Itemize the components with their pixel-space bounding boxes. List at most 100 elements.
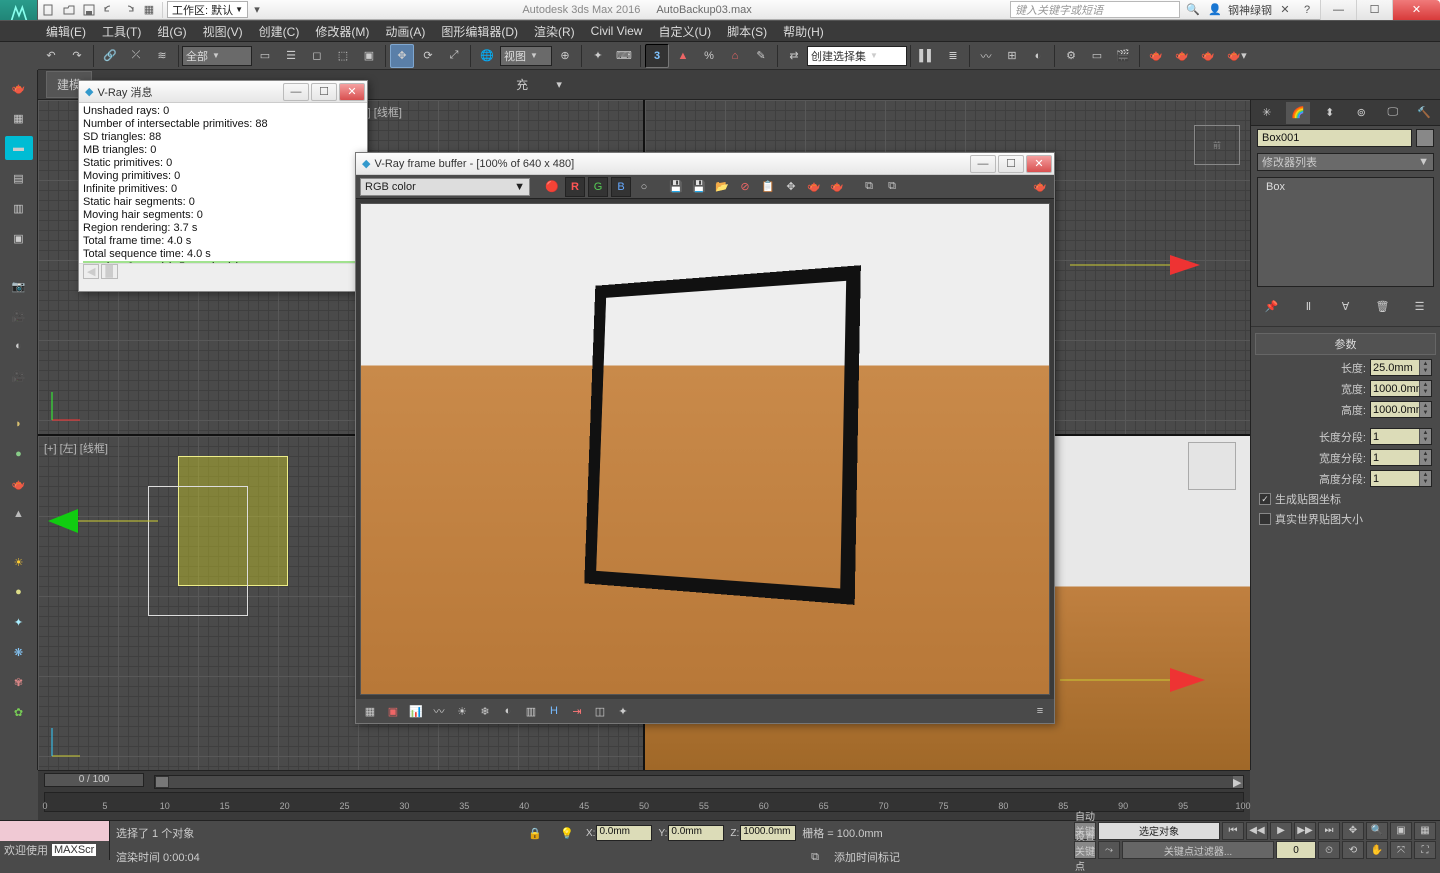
select-window-icon[interactable]: ⬚ — [331, 44, 355, 68]
length-spinner[interactable]: 25.0mm▲▼ — [1370, 359, 1432, 376]
help-icon[interactable]: ? — [1298, 1, 1316, 18]
leaf-tool-icon[interactable]: ✿ — [5, 700, 33, 724]
time-slider-thumb[interactable] — [155, 776, 169, 788]
goto-end-icon[interactable]: ⏭ — [1318, 822, 1340, 840]
prev-frame-icon[interactable]: ◀◀ — [1246, 822, 1268, 840]
hseg-spinner[interactable]: 1▲▼ — [1370, 470, 1432, 487]
make-unique-icon[interactable]: ∀ — [1334, 294, 1358, 318]
anim-layers-label[interactable] — [0, 821, 109, 841]
vfb-huesat-icon[interactable]: ◐ — [498, 701, 518, 721]
mirror-icon[interactable]: ⇄ — [782, 44, 806, 68]
vfb-rgb-icon[interactable]: 🔴 — [542, 177, 562, 197]
select-crossing-icon[interactable]: ▣ — [357, 44, 381, 68]
current-frame-input[interactable]: 0 — [1276, 841, 1316, 859]
ribbon-collapse-icon[interactable]: ▾ — [547, 73, 571, 97]
board-tool-icon[interactable]: ▤ — [5, 166, 33, 190]
menu-customize[interactable]: 自定义(U) — [650, 21, 719, 42]
unlink-icon[interactable]: ⤫ — [124, 44, 148, 68]
vfb-clear-icon[interactable]: ⊘ — [735, 177, 755, 197]
ref-coord-icon[interactable]: 🌐 — [475, 44, 499, 68]
coord-z-input[interactable]: 1000.0mm — [740, 825, 796, 841]
close-button[interactable]: ✕ — [1026, 155, 1052, 173]
vfb-load-icon[interactable]: 📂 — [712, 177, 732, 197]
time-config-icon[interactable]: ⏲ — [1318, 841, 1340, 859]
select-name-icon[interactable]: ☰ — [279, 44, 303, 68]
object-name-input[interactable] — [1257, 129, 1412, 147]
panel-tool-icon[interactable]: ▥ — [5, 196, 33, 220]
qa-save-icon[interactable] — [80, 2, 98, 18]
vfb-compare-h-icon[interactable]: H — [544, 701, 564, 721]
rendered-frame-icon[interactable]: ▭ — [1085, 44, 1109, 68]
nav-pan2-icon[interactable]: ✋ — [1366, 841, 1388, 859]
create-tab-icon[interactable]: ✳ — [1255, 102, 1279, 124]
time-slider[interactable]: ▶ — [154, 775, 1244, 789]
swirl-tool-icon[interactable]: ✾ — [5, 670, 33, 694]
coord-x-input[interactable]: 0.0mm — [596, 825, 652, 841]
modifier-list-combo[interactable]: 修改器列表▼ — [1257, 153, 1434, 171]
qa-redo-icon[interactable] — [120, 2, 138, 18]
scale-icon[interactable]: ⤢ — [442, 44, 466, 68]
render-setup-icon[interactable]: ⚙ — [1059, 44, 1083, 68]
hierarchy-tab-icon[interactable]: ⬍ — [1318, 102, 1342, 124]
vfb-curve-icon[interactable]: 〰 — [429, 701, 449, 721]
vfb-compare-v-icon[interactable]: ⇥ — [567, 701, 587, 721]
exchange-icon[interactable]: ✕ — [1276, 1, 1294, 18]
isolate-icon[interactable]: 💡 — [555, 821, 579, 845]
vfb-expand-icon[interactable]: ≡ — [1030, 701, 1050, 721]
vfb-green-channel-icon[interactable]: G — [588, 177, 608, 197]
vray-messages-scrollbar[interactable]: ◀ ▉ — [79, 263, 367, 279]
time-ruler[interactable]: 0510152025303540455055606570758085909510… — [44, 792, 1244, 812]
named-selection-combo[interactable]: 创建选择集▼ — [807, 46, 907, 66]
width-spinner[interactable]: 1000.0mm▲▼ — [1370, 380, 1432, 397]
height-spinner[interactable]: 1000.0mm▲▼ — [1370, 401, 1432, 418]
key-filters-combo[interactable]: 选定对象 — [1098, 822, 1220, 840]
signin-icon[interactable]: 👤 — [1206, 1, 1224, 18]
sphere3-tool-icon[interactable]: ◐ — [5, 334, 33, 358]
goto-start-icon[interactable]: ⏮ — [1222, 822, 1244, 840]
vfb-render-icon[interactable]: 🫖 — [827, 177, 847, 197]
camera2-tool-icon[interactable]: 🎥 — [5, 304, 33, 328]
render-iterative-icon[interactable]: 🫖 — [1170, 44, 1194, 68]
utilities-tab-icon[interactable]: 🔨 — [1412, 102, 1436, 124]
coord-y-input[interactable]: 0.0mm — [668, 825, 724, 841]
vfb-pixel-info-icon[interactable]: ▦ — [360, 701, 380, 721]
cone-tool-icon[interactable]: ▲ — [5, 502, 33, 526]
vfb-saveall-icon[interactable]: 💾 — [689, 177, 709, 197]
lseg-spinner[interactable]: 1▲▼ — [1370, 428, 1432, 445]
bind-spacewarp-icon[interactable]: ≋ — [150, 44, 174, 68]
key-filters-button[interactable]: 关键点过滤器... — [1122, 841, 1274, 859]
snap-toggle-icon[interactable]: 3 — [645, 44, 669, 68]
teapot-tool-icon[interactable]: 🫖 — [5, 76, 33, 100]
select-rect-icon[interactable]: ◻ — [305, 44, 329, 68]
motion-tab-icon[interactable]: ⊚ — [1349, 102, 1373, 124]
qa-undo-icon[interactable] — [100, 2, 118, 18]
menu-views[interactable]: 视图(V) — [195, 21, 251, 42]
configure-sets-icon[interactable]: ☰ — [1408, 294, 1432, 318]
sun-tool-icon[interactable]: ☀ — [5, 550, 33, 574]
set-key-button[interactable]: 设置关键点 — [1074, 841, 1096, 859]
remove-modifier-icon[interactable]: 🗑 — [1371, 294, 1395, 318]
vfb-lens-fx-icon[interactable]: ✦ — [613, 701, 633, 721]
angle-snap-icon[interactable]: ▲ — [671, 44, 695, 68]
vfb-save-icon[interactable]: 💾 — [666, 177, 686, 197]
stack-item[interactable]: Box — [1262, 180, 1429, 194]
add-time-tag[interactable]: 添加时间标记 — [834, 849, 900, 865]
vray-messages-body[interactable]: Unshaded rays: 0Number of intersectable … — [79, 103, 367, 263]
vfb-region-icon[interactable]: 🫖 — [804, 177, 824, 197]
qa-project-icon[interactable]: ▦ — [140, 2, 158, 18]
display-tab-icon[interactable]: 🖵 — [1381, 102, 1405, 124]
link-icon[interactable]: 🔗 — [98, 44, 122, 68]
menu-create[interactable]: 创建(C) — [251, 21, 308, 42]
keyboard-shortcut-icon[interactable]: ⌨ — [612, 44, 636, 68]
close-button[interactable]: ✕ — [1392, 0, 1440, 20]
modify-tab-icon[interactable]: 🌈 — [1286, 102, 1310, 124]
menu-rendering[interactable]: 渲染(R) — [526, 21, 583, 42]
vfb-trackmouse-icon[interactable]: ✥ — [781, 177, 801, 197]
halfdome-tool-icon[interactable]: ◗ — [5, 412, 33, 436]
curve-editor-icon[interactable]: 〰 — [974, 44, 998, 68]
maximize-button[interactable]: ☐ — [1356, 0, 1392, 20]
vfb-split-icon[interactable]: ▥ — [521, 701, 541, 721]
vfb-copy-icon[interactable]: 📋 — [758, 177, 778, 197]
redo-icon[interactable]: ↷ — [65, 44, 89, 68]
edit-named-sel-icon[interactable]: ✎ — [749, 44, 773, 68]
